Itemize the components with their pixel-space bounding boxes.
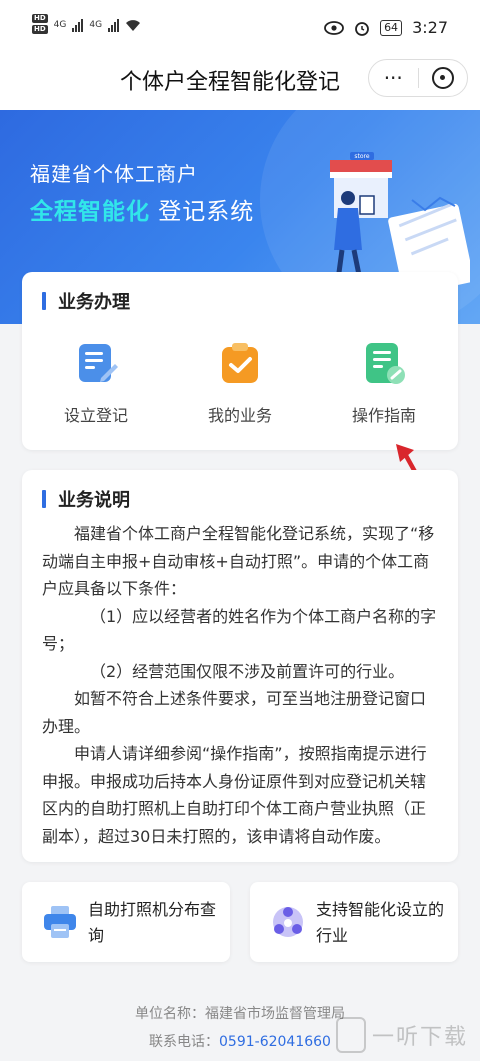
network-type: 4G (53, 20, 67, 30)
footer-unit-label: 单位名称： (135, 1006, 205, 1022)
printer-icon (44, 906, 76, 938)
business-title: 业务办理 (42, 288, 130, 314)
document-edit-icon (79, 344, 118, 382)
nav-bar: 个体户全程智能化登记 ··· (0, 56, 480, 110)
store-sign: store (354, 153, 369, 160)
hd-icon: HD HD (32, 14, 48, 34)
phone-link[interactable]: 0591-62041660 (219, 1034, 331, 1050)
description-title: 业务说明 (42, 486, 130, 512)
banner-highlight: 全程智能化 (30, 199, 150, 225)
alarm-icon (355, 21, 369, 36)
my-business-item[interactable]: 我的业务 (180, 340, 300, 426)
setup-registration-item[interactable]: 设立登记 (36, 340, 156, 426)
description-paragraph: 申请人请详细参阅“操作指南”，按照指南提示进行申报。申报成功后持本人身份证原件到… (42, 744, 427, 846)
footer-unit-name: 福建省市场监督管理局 (205, 1006, 345, 1022)
description-body: 福建省个体工商户全程智能化登记系统，实现了“移动端自主申报+自动审核+自动打照”… (42, 520, 438, 850)
supported-industries-label: 支持智能化设立的行业 (316, 900, 445, 945)
description-paragraph: （2）经营范围仅限不涉及前置许可的行业。 (90, 661, 405, 681)
status-bar: HD HD 4G 4G 64 3:27 (0, 0, 480, 56)
my-business-label: 我的业务 (207, 406, 272, 425)
industry-icon (273, 907, 303, 937)
more-button[interactable]: ··· (369, 60, 418, 96)
watermark-text: 一听下载 (371, 1025, 468, 1050)
operation-guide-item[interactable]: 操作指南 (324, 340, 444, 426)
clipboard-check-icon (222, 343, 258, 383)
wifi-icon (126, 20, 141, 31)
status-left: HD HD 4G 4G (32, 14, 141, 36)
signal-icon-2 (108, 18, 120, 32)
watermark: 一听下载 (335, 1017, 468, 1053)
status-right: 64 3:27 (324, 18, 448, 37)
setup-registration-label: 设立登记 (63, 406, 128, 425)
network-type-2: 4G (89, 20, 103, 30)
clock: 3:27 (412, 18, 448, 37)
description-card: 业务说明 福建省个体工商户全程智能化登记系统，实现了“移动端自主申报+自动审核+… (22, 470, 458, 862)
eye-icon (324, 20, 344, 35)
footer-phone-label: 联系电话： (149, 1034, 220, 1050)
battery-icon: 64 (380, 19, 403, 36)
description-paragraph: 福建省个体工商户全程智能化登记系统，实现了“移动端自主申报+自动审核+自动打照”… (42, 524, 435, 598)
description-paragraph: 如暂不符合上述条件要求，可至当地注册登记窗口办理。 (42, 689, 427, 736)
watermark-logo-icon (335, 1017, 366, 1053)
close-icon (431, 67, 454, 89)
signal-icon (72, 18, 84, 32)
close-button[interactable] (419, 60, 468, 96)
page-title: 个体户全程智能化登记 (119, 70, 340, 95)
description-paragraph: （1）应以经营者的姓名作为个体工商户名称的字号； (42, 606, 437, 654)
banner-line1: 福建省个体工商户 (30, 162, 198, 186)
store-illustration: store (330, 152, 470, 290)
miniprogram-capsule: ··· (368, 59, 468, 97)
banner-line2-rest: 登记系统 (150, 199, 255, 225)
banner-line2: 全程智能化 登记系统 (30, 192, 254, 226)
more-icon: ··· (383, 66, 403, 90)
supported-industries-tile[interactable]: 支持智能化设立的行业 (250, 882, 458, 962)
operation-guide-label: 操作指南 (351, 406, 416, 425)
guide-book-icon (366, 343, 405, 384)
business-card: 业务办理 设立登记 我的业务 操作指南 (22, 272, 458, 450)
printer-locations-label: 自助打照机分布查询 (88, 900, 217, 945)
printer-locations-tile[interactable]: 自助打照机分布查询 (22, 882, 230, 962)
